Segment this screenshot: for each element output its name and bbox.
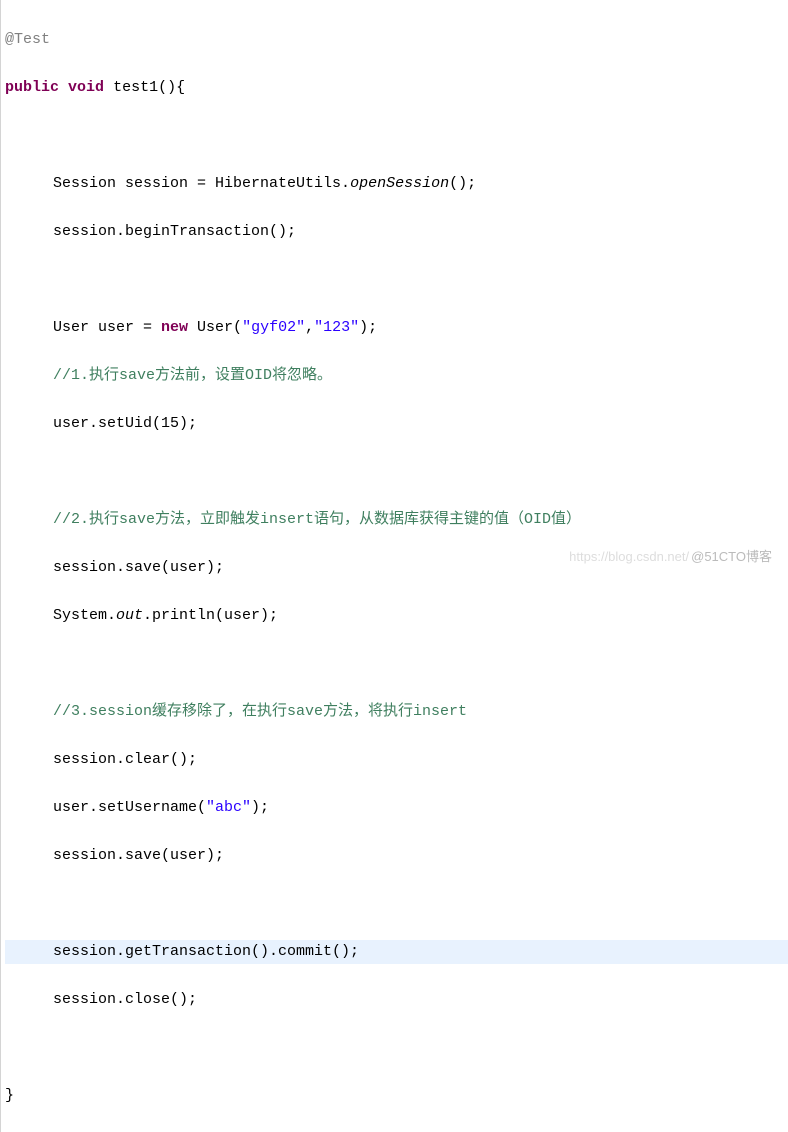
highlighted-line: session.getTransaction().commit(); xyxy=(5,940,788,964)
kw-public: public xyxy=(5,79,59,96)
line-save-2: session.save(user); xyxy=(5,844,788,868)
method-params: () xyxy=(158,79,176,96)
line-clear: session.clear(); xyxy=(5,748,788,772)
line-commit: session.getTransaction().commit(); xyxy=(5,940,788,964)
open-brace: { xyxy=(176,79,185,96)
blank-line xyxy=(5,460,788,484)
sysout-out: out xyxy=(116,607,143,624)
line-session-open: Session session = HibernateUtils.openSes… xyxy=(5,172,788,196)
str-gyf02: "gyf02" xyxy=(242,319,305,336)
blank-line xyxy=(5,1036,788,1060)
line-comment-3: //3.session缓存移除了，在执行save方法，将执行insert xyxy=(5,700,788,724)
open-session: openSession xyxy=(350,175,449,192)
str-123: "123" xyxy=(314,319,359,336)
line-println: System.out.println(user); xyxy=(5,604,788,628)
kw-void: void xyxy=(68,79,104,96)
line-user-new: User user = new User("gyf02","123"); xyxy=(5,316,788,340)
line-close-brace: } xyxy=(5,1084,788,1108)
blank-line xyxy=(5,892,788,916)
watermark-url: https://blog.csdn.net/ xyxy=(569,549,689,564)
blank-line xyxy=(5,268,788,292)
line-method-decl: public void test1(){ xyxy=(5,76,788,100)
line-close: session.close(); xyxy=(5,988,788,1012)
line-comment-2: //2.执行save方法，立即触发insert语句，从数据库获得主键的值（OID… xyxy=(5,508,788,532)
annotation-test: @Test xyxy=(5,31,50,48)
line-annotation: @Test xyxy=(5,28,788,52)
line-comment-1: //1.执行save方法前，设置OID将忽略。 xyxy=(5,364,788,388)
method-name: test1 xyxy=(113,79,158,96)
blank-line xyxy=(5,124,788,148)
watermark: https://blog.csdn.net/@51CTO博客 xyxy=(569,547,772,568)
blank-line xyxy=(5,652,788,676)
line-setuid: user.setUid(15); xyxy=(5,412,788,436)
watermark-text: @51CTO博客 xyxy=(691,549,772,564)
str-abc: "abc" xyxy=(206,799,251,816)
line-begin-tx: session.beginTransaction(); xyxy=(5,220,788,244)
kw-new: new xyxy=(161,319,188,336)
line-setusername: user.setUsername("abc"); xyxy=(5,796,788,820)
